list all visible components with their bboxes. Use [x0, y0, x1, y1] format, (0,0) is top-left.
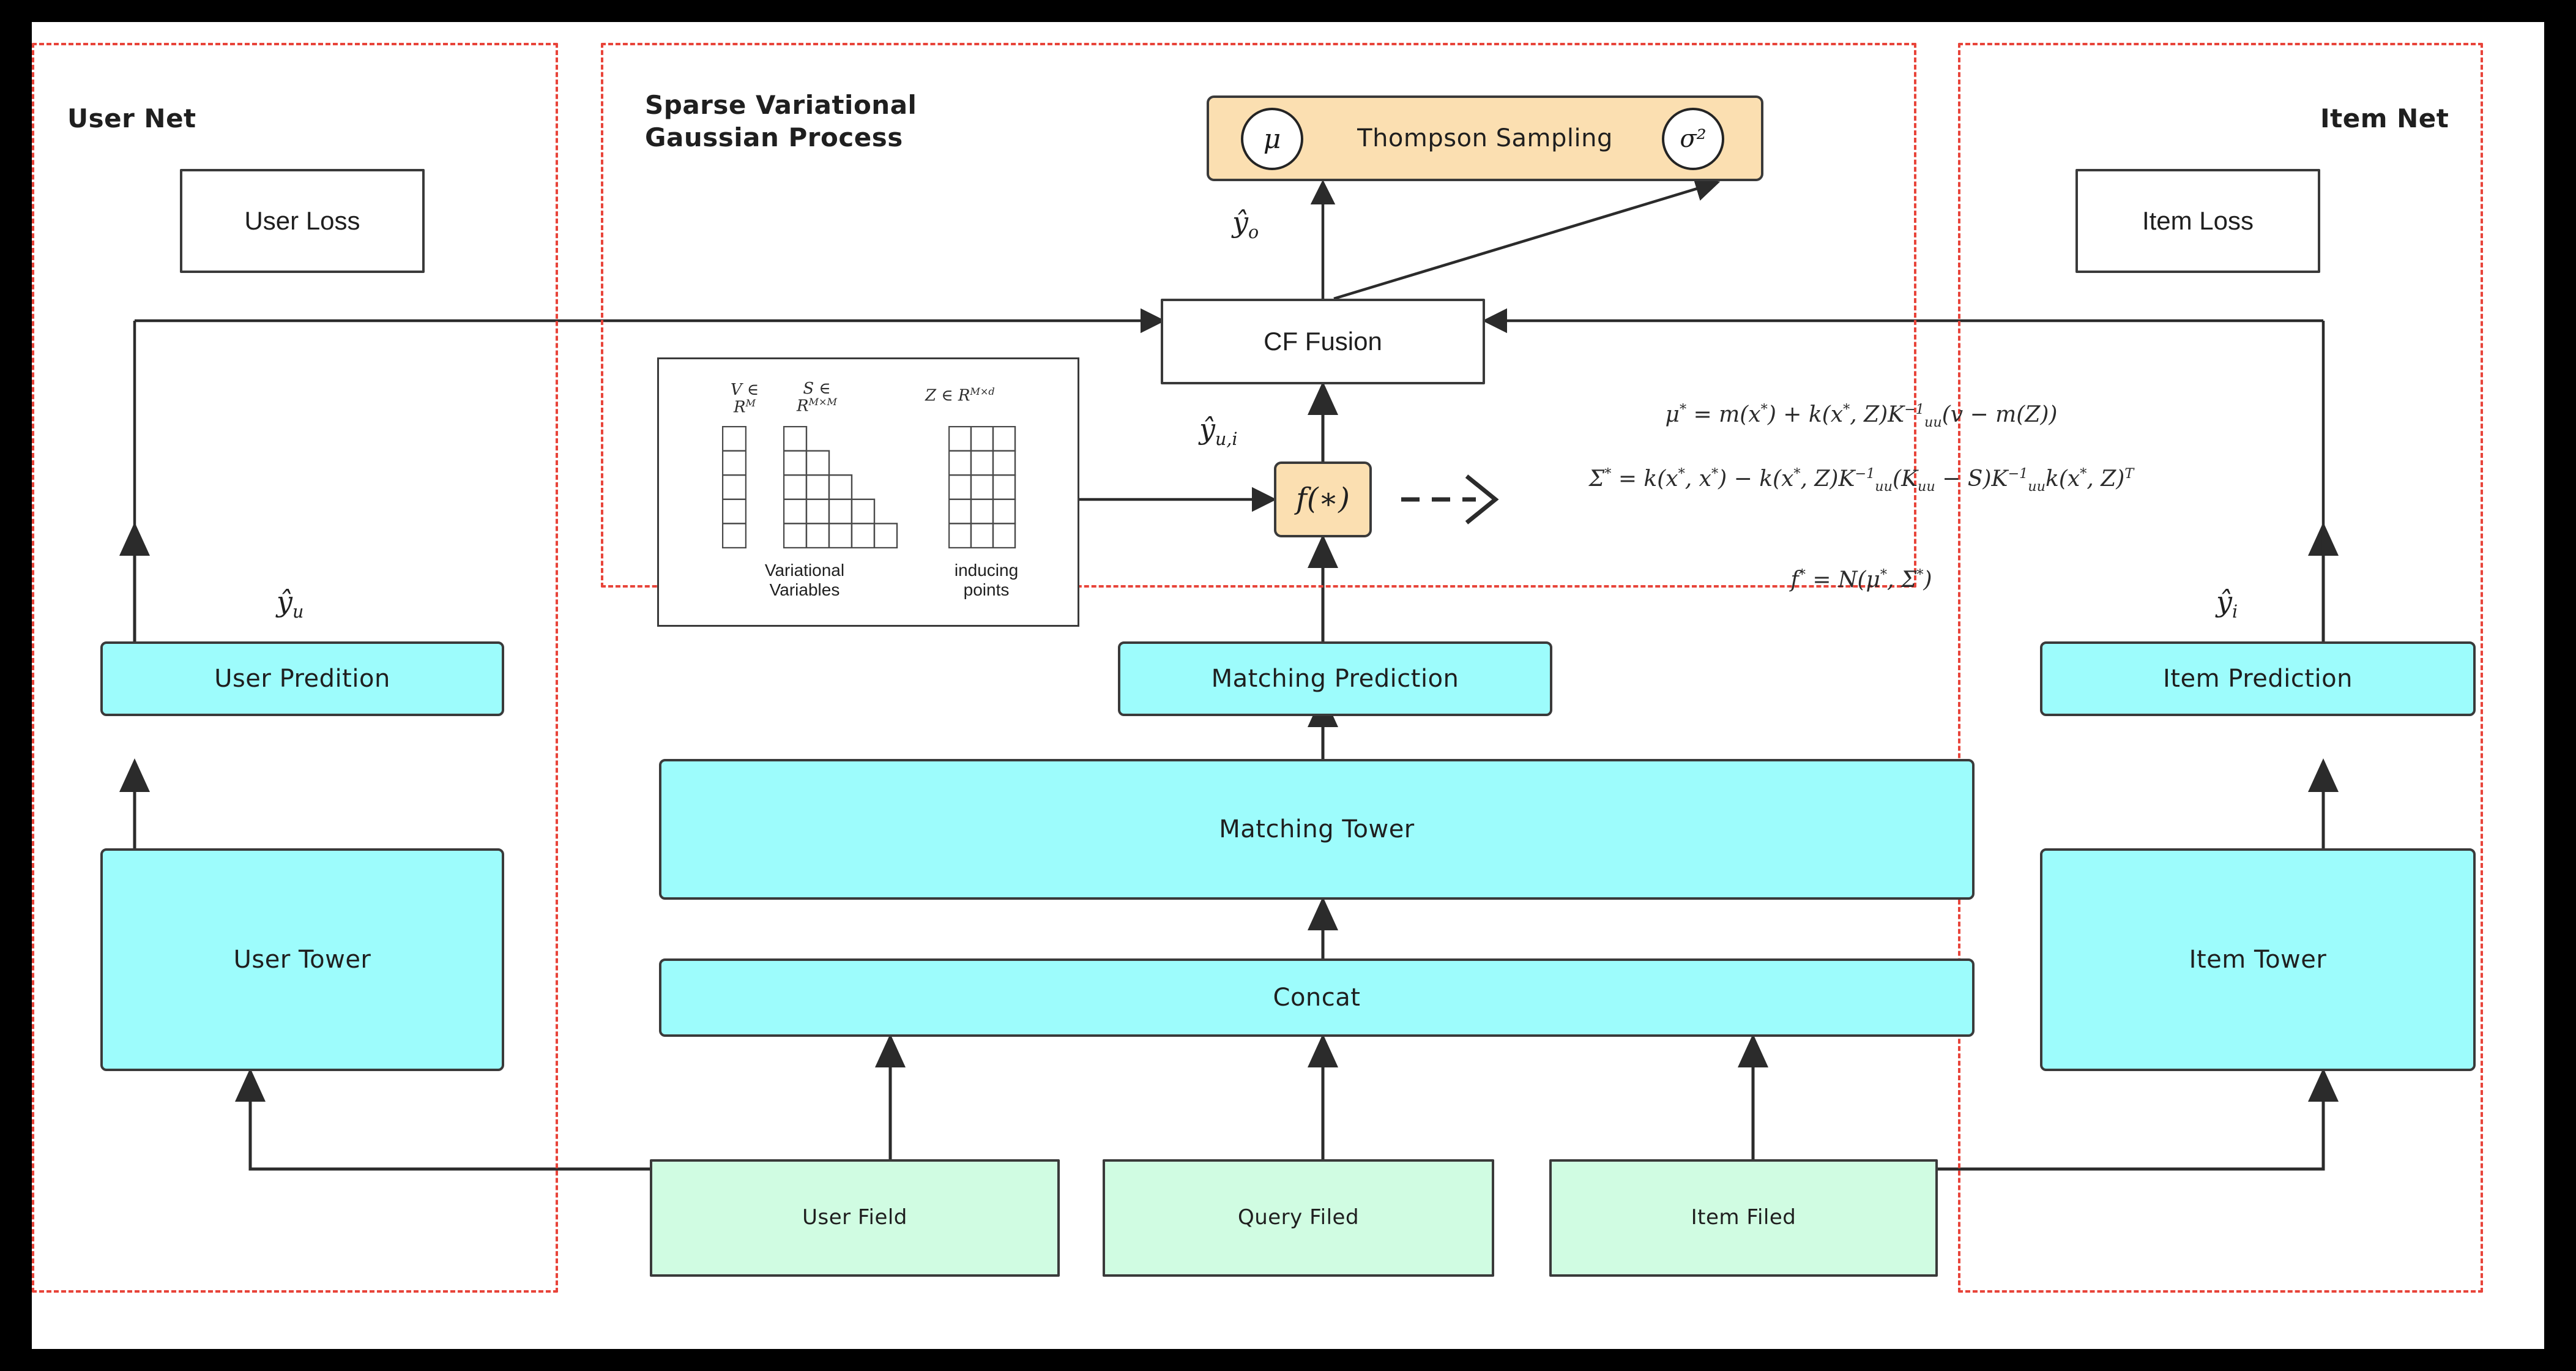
query-field-label: Query Filed	[1237, 1205, 1360, 1230]
y-hat-o-base: ŷ	[1232, 206, 1248, 239]
cf-fusion-label: CF Fusion	[1264, 326, 1382, 356]
y-hat-u-sub: u	[292, 602, 304, 622]
f-star-box[interactable]: f(∗)	[1274, 461, 1372, 537]
group-item-net-label: Item Net	[2320, 103, 2449, 133]
item-prediction-label: Item Prediction	[2163, 665, 2353, 693]
cf-fusion-box[interactable]: CF Fusion	[1161, 299, 1485, 384]
matching-tower-label: Matching Tower	[1219, 815, 1415, 843]
matching-tower-box[interactable]: Matching Tower	[659, 759, 1975, 900]
group-user-net-label: User Net	[67, 103, 196, 133]
thompson-sampling-label: Thompson Sampling	[1357, 124, 1613, 152]
item-field-box[interactable]: Item Filed	[1549, 1159, 1938, 1277]
item-prediction-box[interactable]: Item Prediction	[2040, 641, 2476, 716]
item-loss-box[interactable]: Item Loss	[2075, 169, 2320, 273]
screenshot-root: User Net Sparse Variational Gaussian Pro…	[0, 0, 2576, 1371]
y-hat-ui-sub: u,i	[1215, 429, 1238, 450]
y-hat-o-sub: o	[1248, 222, 1259, 243]
matrix-z-notation: Z ∈ RM×d	[925, 386, 995, 405]
matrix-z-exponent: M×d	[970, 386, 995, 397]
formula-mu-star: μ* = m(x*) + k(x*, Z)K−1uu(v − m(Z))	[1506, 402, 2216, 430]
group-svgp-label: Sparse Variational Gaussian Process	[645, 90, 917, 152]
y-hat-o-label: ŷo	[1232, 206, 1259, 242]
user-loss-label: User Loss	[244, 206, 360, 235]
diagram-canvas: User Net Sparse Variational Gaussian Pro…	[32, 22, 2544, 1349]
item-tower-box[interactable]: Item Tower	[2040, 848, 2476, 1071]
mu-symbol: μ	[1263, 123, 1281, 155]
y-hat-i-sub: i	[2232, 602, 2238, 622]
variational-variables-caption: Variational Variables	[764, 561, 845, 600]
user-field-label: User Field	[802, 1205, 907, 1230]
user-tower-label: User Tower	[233, 946, 371, 974]
user-tower-box[interactable]: User Tower	[100, 848, 504, 1071]
concat-box[interactable]: Concat	[659, 958, 1975, 1037]
formula-sigma-star: Σ* = k(x*, x*) − k(x*, Z)K−1uu(Kuu − S)K…	[1506, 463, 2216, 498]
matrix-v-exponent: M	[745, 397, 756, 409]
y-hat-i-label: ŷi	[2216, 585, 2238, 622]
y-hat-i-base: ŷ	[2216, 585, 2232, 618]
f-star-expr: f* = N(μ*, Σ*)	[1790, 567, 1932, 592]
user-prediction-box[interactable]: User Predition	[100, 641, 504, 716]
y-hat-ui-base: ŷ	[1199, 413, 1215, 446]
y-hat-u-base: ŷ	[277, 585, 292, 618]
matrix-z-shape	[948, 426, 1016, 548]
user-loss-box[interactable]: User Loss	[180, 169, 425, 273]
item-field-label: Item Filed	[1691, 1205, 1796, 1230]
matrix-v-notation: V ∈ RM	[730, 381, 759, 417]
matrix-s-notation: S ∈ RM×M	[796, 379, 838, 416]
mu-circle: μ	[1241, 108, 1303, 170]
user-field-box[interactable]: User Field	[650, 1159, 1060, 1277]
item-tower-label: Item Tower	[2189, 946, 2327, 974]
inducing-points-caption: inducing points	[954, 561, 1019, 600]
y-hat-ui-label: ŷu,i	[1199, 413, 1238, 449]
mu-star-expr: μ* = m(x*) + k(x*, Z)K−1uu(v − m(Z))	[1665, 402, 2058, 431]
user-prediction-label: User Predition	[214, 665, 390, 693]
sigma-squared-circle: σ²	[1662, 108, 1724, 170]
matrix-s-shape	[783, 426, 898, 548]
matrix-v-shape	[722, 426, 746, 548]
matrix-s-exponent: M×M	[808, 396, 838, 408]
query-field-box[interactable]: Query Filed	[1103, 1159, 1494, 1277]
matching-prediction-box[interactable]: Matching Prediction	[1118, 641, 1552, 716]
sigma-symbol: σ²	[1680, 125, 1707, 153]
y-hat-u-label: ŷu	[277, 585, 303, 622]
f-star-label: f(∗)	[1296, 482, 1350, 517]
matching-prediction-label: Matching Prediction	[1211, 665, 1459, 693]
concat-label: Concat	[1273, 984, 1361, 1012]
sigma-star-expr: Σ* = k(x*, x*) − k(x*, Z)K−1uu(Kuu − S)K…	[1588, 466, 2134, 495]
formula-f-star: f* = N(μ*, Σ*)	[1506, 567, 2216, 592]
item-loss-label: Item Loss	[2142, 206, 2254, 235]
